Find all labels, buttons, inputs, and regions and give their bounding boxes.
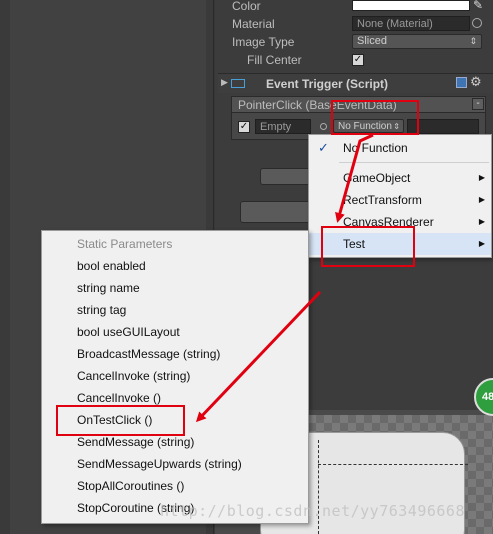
watermark-text: http://blog.csdn.net/yy763496668 [160, 502, 465, 520]
arrow-test-to-ontestclick [195, 290, 322, 423]
annotation-arrows [195, 133, 374, 423]
arrow-dropdown-to-test [335, 133, 374, 223]
